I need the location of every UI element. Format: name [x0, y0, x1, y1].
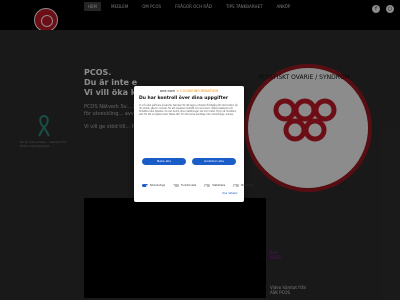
consent-marketing[interactable]: Marketing	[233, 184, 254, 187]
toggle-icon[interactable]	[204, 184, 211, 187]
brand-onecom: one.com	[159, 89, 175, 93]
consent-functional-label: Funktionella	[180, 184, 197, 187]
cookie-consent-modal: one.com ✕ COOKIEINFORMATION Du har kontr…	[134, 86, 254, 202]
show-details-link[interactable]: Visa detaljer	[222, 192, 238, 195]
modal-brand: one.com ✕ COOKIEINFORMATION	[134, 89, 244, 93]
consent-statistics-label: Statistiska	[212, 184, 226, 187]
toggle-icon[interactable]	[172, 184, 179, 187]
consent-categories: Nödvändiga Funktionella Statistiska Mark…	[142, 184, 254, 187]
consent-necessary[interactable]: Nödvändiga	[142, 184, 165, 187]
toggle-icon[interactable]	[142, 184, 148, 187]
modal-title: Du har kontroll över dina uppgifter	[139, 96, 229, 101]
consent-statistics[interactable]: Statistiska	[204, 184, 225, 187]
toggle-icon[interactable]	[233, 184, 240, 187]
consent-marketing-label: Marketing	[241, 184, 254, 187]
brand-separator: ✕	[176, 89, 179, 93]
accept-all-button[interactable]: Godkänn alla	[192, 158, 236, 165]
consent-necessary-label: Nödvändiga	[150, 184, 165, 187]
reject-all-button[interactable]: Neka alla	[142, 158, 186, 165]
consent-functional[interactable]: Funktionella	[172, 184, 197, 187]
brand-cookieinformation: COOKIEINFORMATION	[180, 89, 219, 93]
modal-button-row: Neka alla Godkänn alla	[142, 158, 236, 165]
modal-body: Vi och våra partners använder tekniker f…	[139, 104, 238, 117]
